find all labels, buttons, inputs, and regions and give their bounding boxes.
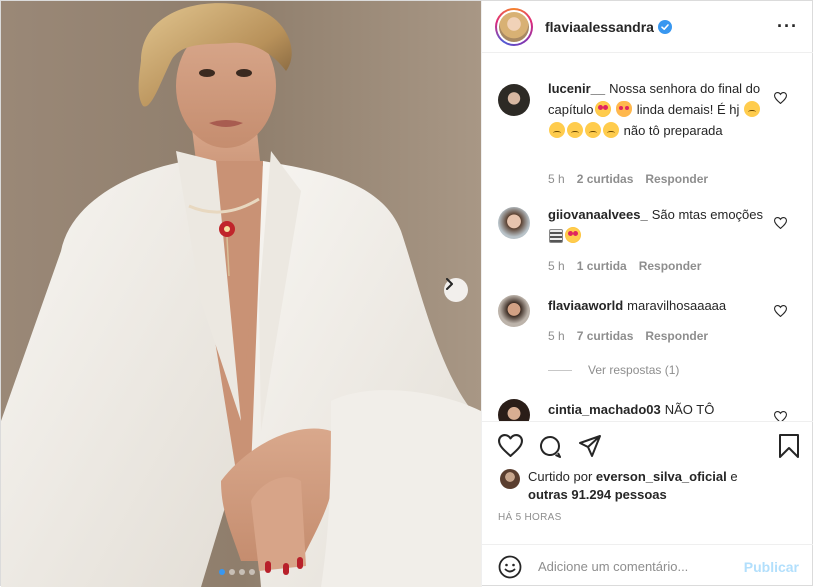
sad-face-emoji-icon (549, 122, 565, 138)
post-modal: flaviaalessandra ··· lucenir__ Nossa senh… (0, 0, 813, 587)
like-comment-heart-icon[interactable] (774, 411, 787, 421)
liked-by-others-link[interactable]: outras 91.294 pessoas (528, 487, 667, 502)
view-replies-button[interactable]: Ver respostas (1) (548, 363, 679, 377)
comments-list[interactable]: lucenir__ Nossa senhora do final do capít… (482, 54, 813, 421)
comment-likes-count[interactable]: 7 curtidas (577, 329, 634, 343)
comment-meta: 5 h 1 curtida Responder (548, 259, 701, 273)
photo-illustration (1, 1, 481, 587)
liked-by: Curtido por everson_silva_oficial e outr… (500, 468, 800, 504)
like-comment-heart-icon[interactable] (774, 305, 787, 317)
commenter-avatar[interactable] (498, 399, 530, 421)
liked-by-user-link[interactable]: everson_silva_oficial (596, 469, 727, 484)
comment-likes-count[interactable]: 1 curtida (577, 259, 627, 273)
comment-likes-count[interactable]: 2 curtidas (577, 172, 634, 186)
commenter-username[interactable]: lucenir__ (548, 81, 605, 96)
liked-by-text: Curtido por everson_silva_oficial e outr… (528, 468, 738, 504)
view-replies-label: Ver respostas (1) (588, 363, 680, 377)
comment-text-part: NÃO TÔ (664, 402, 715, 417)
action-icons-row (498, 434, 800, 462)
carousel-dot (249, 569, 255, 575)
commenter-username[interactable]: cintia_machado03 (548, 402, 661, 417)
carousel-dot (239, 569, 245, 575)
reply-button[interactable]: Responder (645, 172, 708, 186)
comment-text-part: São mtas emoções (651, 207, 764, 222)
sad-face-emoji-icon (603, 122, 619, 138)
carousel-dot (229, 569, 235, 575)
next-photo-button[interactable] (444, 278, 468, 302)
tofu-glyph-icon (549, 229, 563, 243)
commenter-avatar[interactable] (498, 84, 530, 116)
like-comment-heart-icon[interactable] (774, 92, 787, 104)
comment-text: lucenir__ Nossa senhora do final do capít… (548, 78, 763, 141)
post-sidebar: flaviaalessandra ··· lucenir__ Nossa senh… (481, 1, 813, 587)
sad-face-emoji-icon (567, 122, 583, 138)
comment-text-part: não tô preparada (620, 123, 723, 138)
sad-face-emoji-icon (585, 122, 601, 138)
heart-eyes-emoji-icon (594, 101, 611, 117)
comment-text-part: maravilhosaaaaa (627, 298, 727, 313)
comment-time: 5 h (548, 259, 565, 273)
replies-divider (548, 369, 572, 371)
carousel-indicator (219, 569, 255, 575)
carousel-dot (219, 569, 225, 575)
sad-face-emoji-icon (744, 101, 761, 117)
comment-text-part: linda demais! É hj (633, 102, 744, 117)
heart-eyes-emoji-icon (565, 227, 581, 243)
reply-button[interactable]: Responder (639, 259, 702, 273)
post-photo[interactable] (1, 1, 481, 587)
like-comment-heart-icon[interactable] (774, 217, 787, 229)
comment-text: cintia_machado03 NÃO TÔ (548, 399, 763, 420)
comment-bubble-icon[interactable] (538, 434, 562, 458)
like-heart-icon[interactable] (498, 434, 523, 457)
commenter-avatar[interactable] (498, 295, 530, 327)
comment-meta: 5 h 2 curtidas Responder (548, 172, 708, 186)
chevron-right-icon (446, 278, 453, 290)
more-dots-icon[interactable]: ··· (777, 16, 798, 37)
post-header: flaviaalessandra ··· (482, 1, 813, 53)
liked-by-avatar[interactable] (500, 469, 520, 489)
emoji-smile-icon[interactable] (498, 555, 522, 579)
post-timestamp[interactable]: HÁ 5 HORAS (498, 512, 562, 523)
post-actions: Curtido por everson_silva_oficial e outr… (482, 421, 813, 587)
comment-input[interactable] (538, 559, 744, 574)
liked-by-middle: e (726, 469, 738, 484)
add-comment-bar: Publicar (482, 544, 813, 588)
reply-button[interactable]: Responder (645, 329, 708, 343)
author-avatar[interactable] (495, 7, 533, 46)
comment-meta: 5 h 7 curtidas Responder (548, 329, 708, 343)
comment-text: flaviaaworld maravilhosaaaaa (548, 295, 763, 316)
comment-time: 5 h (548, 172, 565, 186)
liked-by-prefix: Curtido por (528, 469, 596, 484)
share-paper-plane-icon[interactable] (578, 434, 602, 458)
heart-eyes-cat-emoji-icon (616, 101, 633, 117)
publish-button[interactable]: Publicar (744, 559, 799, 575)
comment-text: giiovanaalvees_ São mtas emoções (548, 204, 763, 246)
verified-badge-icon (657, 19, 672, 34)
commenter-username[interactable]: flaviaaworld (548, 298, 623, 313)
commenter-username[interactable]: giiovanaalvees_ (548, 207, 648, 222)
comment-time: 5 h (548, 329, 565, 343)
commenter-avatar[interactable] (498, 207, 530, 239)
save-bookmark-icon[interactable] (778, 434, 800, 458)
author-username[interactable]: flaviaalessandra (545, 19, 654, 35)
